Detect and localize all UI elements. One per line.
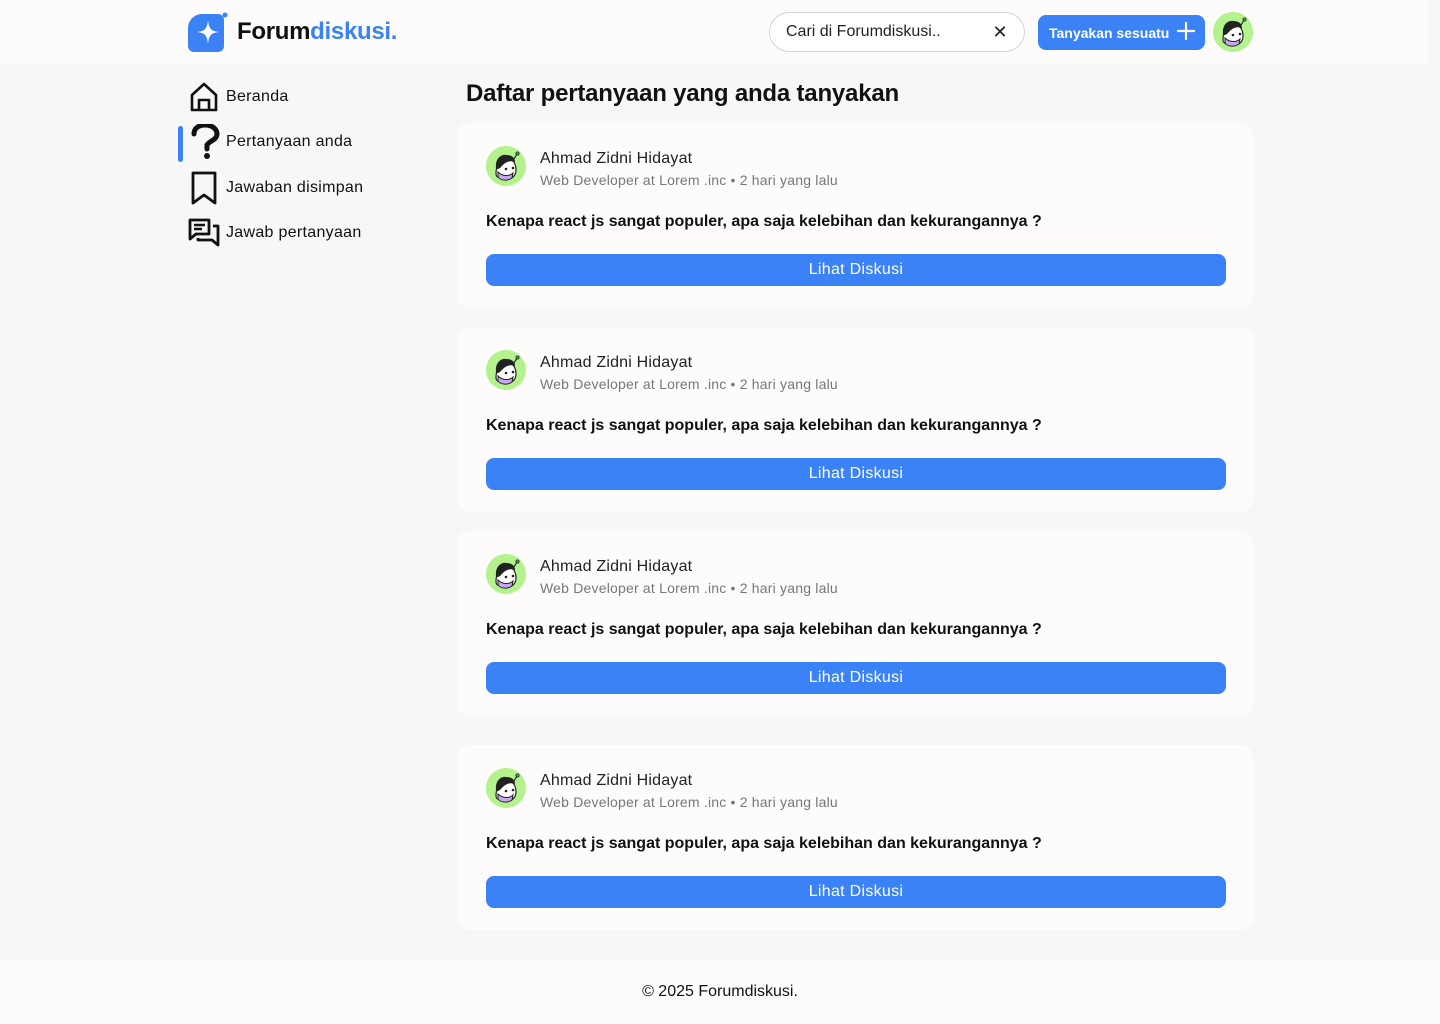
- author-name[interactable]: Ahmad Zidni Hidayat: [540, 558, 838, 576]
- close-icon[interactable]: ✕: [992, 23, 1008, 41]
- author-subtitle: Web Developer at Lorem .inc • 2 hari yan…: [540, 794, 838, 810]
- copyright-text: © 2025 Forumdiskusi.: [642, 983, 798, 1000]
- ask-question-label: Tanyakan sesuatu: [1049, 24, 1170, 41]
- view-discussion-button[interactable]: Lihat Diskusi: [486, 458, 1226, 490]
- page-title: Daftar pertanyaan yang anda tanyakan: [466, 80, 899, 107]
- sidebar-item-jawab-pertanyaan[interactable]: Jawab pertanyaan: [178, 215, 418, 252]
- author-name[interactable]: Ahmad Zidni Hidayat: [540, 772, 838, 790]
- sidebar-item-jawaban-disimpan[interactable]: Jawaban disimpan: [178, 169, 418, 206]
- question-card: Ahmad Zidni Hidayat Web Developer at Lor…: [458, 123, 1253, 308]
- card-header: Ahmad Zidni Hidayat Web Developer at Lor…: [486, 554, 838, 596]
- author-avatar[interactable]: [486, 554, 526, 594]
- card-header: Ahmad Zidni Hidayat Web Developer at Lor…: [486, 768, 838, 810]
- search-box: ✕: [769, 12, 1025, 52]
- footer: © 2025 Forumdiskusi.: [0, 960, 1440, 1024]
- sidebar-item-pertanyaan-anda[interactable]: Pertanyaan anda: [178, 124, 418, 162]
- user-avatar[interactable]: [1213, 12, 1253, 52]
- logo-text: Forumdiskusi.: [237, 18, 397, 46]
- question-card: Ahmad Zidni Hidayat Web Developer at Lor…: [458, 327, 1253, 512]
- home-icon: [188, 81, 220, 113]
- chat-icon: [188, 217, 220, 249]
- sidebar-item-label: Jawaban disimpan: [226, 178, 364, 196]
- author-meta: Ahmad Zidni Hidayat Web Developer at Lor…: [540, 150, 838, 188]
- question-card: Ahmad Zidni Hidayat Web Developer at Lor…: [458, 531, 1253, 716]
- question-text: Kenapa react js sangat populer, apa saja…: [486, 417, 1042, 434]
- author-name[interactable]: Ahmad Zidni Hidayat: [540, 150, 838, 168]
- author-subtitle: Web Developer at Lorem .inc • 2 hari yan…: [540, 376, 838, 392]
- author-meta: Ahmad Zidni Hidayat Web Developer at Lor…: [540, 772, 838, 810]
- sidebar-item-label: Beranda: [226, 87, 289, 105]
- logo-text-diskusi: diskusi.: [310, 18, 398, 45]
- author-avatar[interactable]: [486, 146, 526, 186]
- card-header: Ahmad Zidni Hidayat Web Developer at Lor…: [486, 146, 838, 188]
- top-header: Forumdiskusi. ✕ Tanyakan sesuatu: [0, 0, 1428, 64]
- author-meta: Ahmad Zidni Hidayat Web Developer at Lor…: [540, 354, 838, 392]
- plus-icon: [1177, 21, 1196, 43]
- sidebar-nav: Beranda Pertanyaan anda Jawaban disimpan…: [178, 78, 418, 260]
- sidebar-item-label: Jawab pertanyaan: [226, 224, 362, 241]
- view-discussion-button[interactable]: Lihat Diskusi: [486, 662, 1226, 694]
- view-discussion-button[interactable]: Lihat Diskusi: [486, 876, 1226, 908]
- view-discussion-button[interactable]: Lihat Diskusi: [486, 254, 1226, 286]
- author-avatar[interactable]: [486, 768, 526, 808]
- question-icon: [188, 124, 220, 159]
- author-avatar[interactable]: [486, 350, 526, 390]
- question-text: Kenapa react js sangat populer, apa saja…: [486, 835, 1042, 852]
- question-text: Kenapa react js sangat populer, apa saja…: [486, 621, 1042, 638]
- logo-text-forum: Forum: [237, 18, 311, 45]
- author-subtitle: Web Developer at Lorem .inc • 2 hari yan…: [540, 580, 838, 596]
- sidebar-item-label: Pertanyaan anda: [226, 133, 353, 150]
- sparkle-logo-icon: [188, 12, 228, 52]
- card-header: Ahmad Zidni Hidayat Web Developer at Lor…: [486, 350, 838, 392]
- author-meta: Ahmad Zidni Hidayat Web Developer at Lor…: [540, 558, 838, 596]
- author-subtitle: Web Developer at Lorem .inc • 2 hari yan…: [540, 172, 838, 188]
- question-card: Ahmad Zidni Hidayat Web Developer at Lor…: [458, 745, 1253, 930]
- question-text: Kenapa react js sangat populer, apa saja…: [486, 213, 1042, 230]
- author-name[interactable]: Ahmad Zidni Hidayat: [540, 354, 838, 372]
- sidebar-item-beranda[interactable]: Beranda: [178, 78, 418, 115]
- ask-question-button[interactable]: Tanyakan sesuatu: [1038, 15, 1205, 50]
- logo[interactable]: Forumdiskusi.: [188, 12, 397, 52]
- bookmark-icon: [188, 171, 220, 204]
- search-input[interactable]: [786, 23, 992, 41]
